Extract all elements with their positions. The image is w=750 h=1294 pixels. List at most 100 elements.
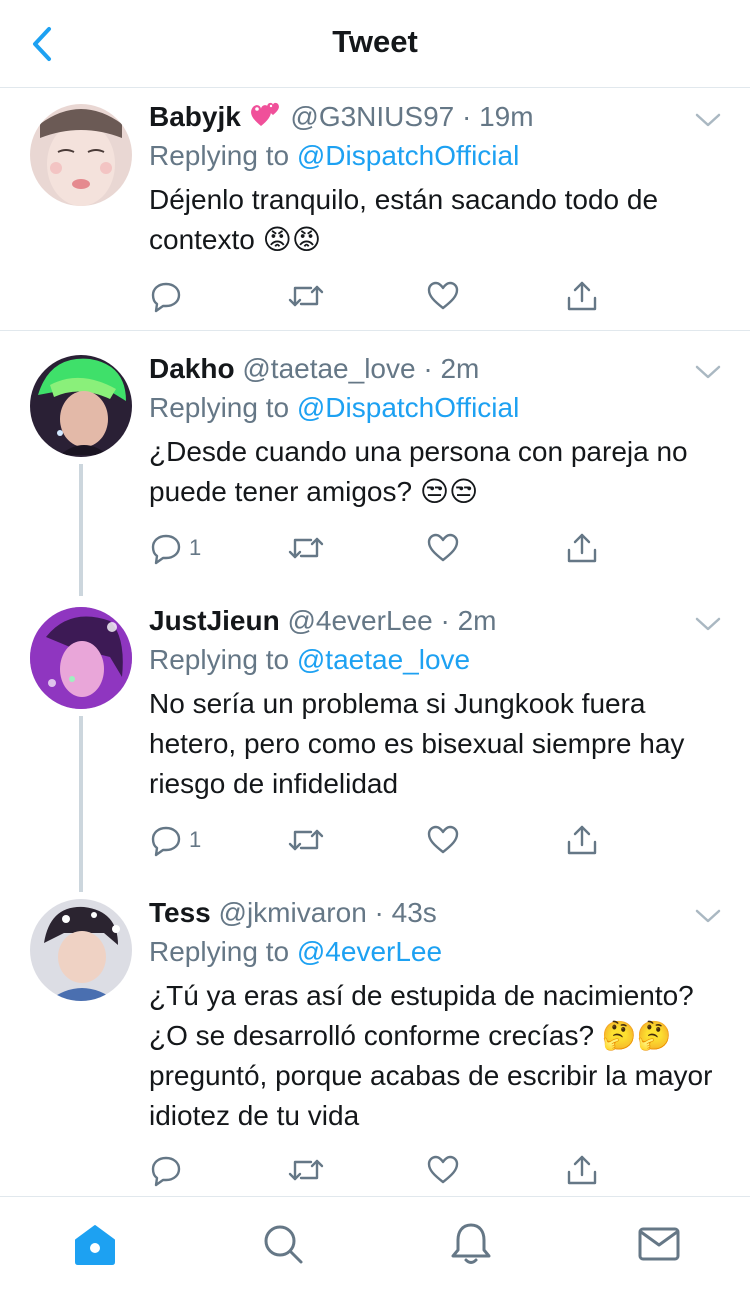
top-bar: Tweet [0, 0, 750, 88]
replying-to-link[interactable]: @4everLee [297, 936, 442, 967]
replying-to-link[interactable]: @DispatchOfficial [297, 140, 519, 171]
avatar[interactable] [30, 104, 132, 206]
tweet-text: No sería un problema si Jungkook fuera h… [149, 688, 685, 799]
separator: · [440, 605, 450, 636]
tab-home[interactable] [70, 1219, 120, 1269]
divider [0, 330, 750, 331]
heart-icon [427, 281, 459, 310]
user-handle[interactable]: @4everLee [287, 605, 432, 636]
user-handle[interactable]: @taetae_love [242, 353, 415, 384]
home-icon [75, 1225, 115, 1265]
tweet-text: ¿Tú ya eras así de estupida de nacimient… [149, 980, 713, 1131]
like-button[interactable] [426, 276, 460, 316]
tab-messages[interactable] [634, 1219, 684, 1269]
replying-to: Replying to @DispatchOfficial [149, 388, 724, 428]
retweet-icon [288, 829, 324, 851]
share-button[interactable] [565, 820, 599, 860]
retweet-icon [288, 285, 324, 307]
tweet-header: Babyjk @G3NIUS97 · 19m [149, 98, 724, 136]
reply-count: 1 [189, 827, 202, 852]
tweet-header: Dakho @taetae_love · 2m [149, 350, 724, 388]
share-icon [567, 1155, 597, 1185]
reply-button[interactable] [149, 1150, 189, 1190]
mail-icon [638, 1227, 680, 1261]
separator: · [462, 101, 472, 132]
display-name[interactable]: JustJieun [149, 605, 280, 636]
tweet[interactable]: JustJieun @4everLee · 2m Replying to @ta… [0, 592, 750, 892]
separator: · [423, 353, 433, 384]
reply-icon [151, 282, 181, 313]
replying-prefix: Replying to [149, 140, 290, 171]
retweet-button[interactable] [287, 1150, 325, 1190]
bottom-tab-bar [0, 1196, 750, 1294]
retweet-button[interactable] [287, 276, 325, 316]
tweet-actions [149, 276, 609, 316]
share-icon [567, 533, 597, 563]
tweet-actions: 1 [149, 528, 609, 568]
replying-to-link[interactable]: @DispatchOfficial [297, 392, 519, 423]
replying-to-link[interactable]: @taetae_love [297, 644, 470, 675]
separator: · [374, 897, 384, 928]
retweet-icon [288, 537, 324, 559]
replying-prefix: Replying to [149, 936, 290, 967]
chevron-down-icon[interactable] [694, 614, 722, 634]
chevron-down-icon[interactable] [694, 362, 722, 382]
chevron-down-icon[interactable] [694, 906, 722, 926]
chevron-down-icon[interactable] [694, 110, 722, 130]
avatar[interactable] [30, 355, 132, 457]
timestamp[interactable]: 43s [392, 897, 437, 928]
reply-icon [151, 534, 181, 565]
share-button[interactable] [565, 1150, 599, 1190]
share-icon [567, 825, 597, 855]
bell-icon [451, 1223, 491, 1264]
timestamp[interactable]: 19m [479, 101, 533, 132]
reply-button[interactable]: 1 [149, 820, 201, 860]
like-button[interactable] [426, 528, 460, 568]
retweet-button[interactable] [287, 528, 325, 568]
retweet-icon [288, 1159, 324, 1181]
replying-prefix: Replying to [149, 644, 290, 675]
replying-to: Replying to @4everLee [149, 932, 724, 972]
reply-button[interactable]: 1 [149, 528, 201, 568]
replying-to: Replying to @taetae_love [149, 640, 724, 680]
tab-notifications[interactable] [446, 1219, 496, 1269]
timestamp[interactable]: 2m [440, 353, 479, 384]
like-button[interactable] [426, 820, 460, 860]
reply-button[interactable] [149, 276, 189, 316]
tweet-text: Déjenlo tranquilo, están sacando todo de… [149, 184, 659, 255]
share-button[interactable] [565, 276, 599, 316]
heart-icon [427, 1155, 459, 1184]
tweet-header: Tess @jkmivaron · 43s [149, 894, 724, 932]
heart-icon [427, 533, 459, 562]
display-name[interactable]: Babyjk [149, 101, 241, 132]
tweet[interactable]: Babyjk @G3NIUS97 · 19m Replying to @Disp… [0, 88, 750, 330]
page-title: Tweet [332, 24, 418, 59]
sparkling-hearts-icon [249, 100, 283, 140]
replying-to: Replying to @DispatchOfficial [149, 136, 724, 176]
timestamp[interactable]: 2m [458, 605, 497, 636]
heart-icon [427, 825, 459, 854]
thread-line [79, 716, 83, 892]
tweet-text: ¿Desde cuando una persona con pareja no … [149, 436, 688, 507]
display-name[interactable]: Tess [149, 897, 211, 928]
tweet-header: JustJieun @4everLee · 2m [149, 602, 724, 640]
retweet-button[interactable] [287, 820, 325, 860]
tweet-actions [149, 1150, 609, 1190]
tab-search[interactable] [258, 1219, 308, 1269]
avatar[interactable] [30, 899, 132, 1001]
tweet[interactable]: Tess @jkmivaron · 43s Replying to @4ever… [0, 884, 750, 1196]
avatar[interactable] [30, 607, 132, 709]
reply-count: 1 [189, 535, 202, 560]
like-button[interactable] [426, 1150, 460, 1190]
share-icon [567, 281, 597, 311]
reply-icon [151, 1156, 181, 1187]
search-icon [264, 1225, 303, 1264]
tweet-actions: 1 [149, 820, 609, 860]
thread-line [79, 464, 83, 596]
share-button[interactable] [565, 528, 599, 568]
user-handle[interactable]: @jkmivaron [219, 897, 367, 928]
user-handle[interactable]: @G3NIUS97 [290, 101, 454, 132]
reply-icon [151, 826, 181, 857]
tweet[interactable]: Dakho @taetae_love · 2m Replying to @Dis… [0, 340, 750, 596]
display-name[interactable]: Dakho [149, 353, 235, 384]
